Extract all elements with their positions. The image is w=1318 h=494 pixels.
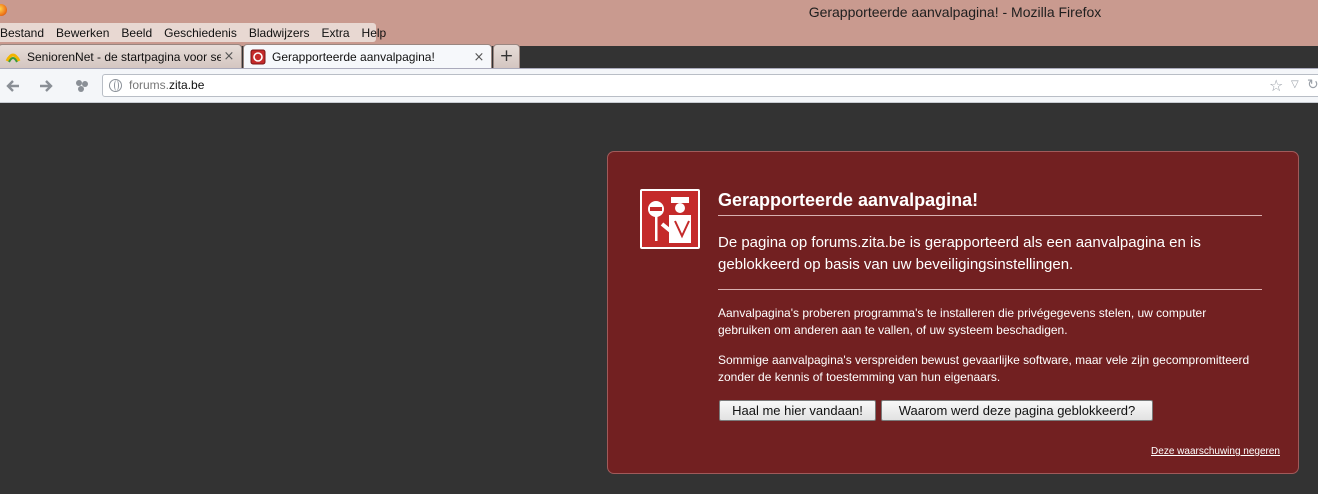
tab-strip: SeniorenNet - de startpagina voor se... … (0, 44, 1318, 69)
policeman-icon (648, 197, 691, 243)
new-tab-button[interactable]: + (493, 44, 520, 68)
menu-geschiedenis[interactable]: Geschiedenis (164, 26, 243, 40)
addons-button[interactable] (72, 76, 92, 96)
tab-close-icon[interactable]: × (471, 50, 487, 65)
back-arrow-icon (6, 80, 19, 92)
tab-seniorennet[interactable]: SeniorenNet - de startpagina voor se... … (0, 44, 242, 68)
navigation-toolbar: forums.zita.be ☆ ▽ ↻ (0, 68, 1318, 103)
menu-bewerken[interactable]: Bewerken (56, 26, 115, 40)
reload-icon[interactable]: ↻ (1307, 77, 1318, 93)
puzzle-icon (76, 80, 88, 92)
forward-arrow-icon (40, 80, 53, 92)
why-blocked-button[interactable]: Waarom werd deze pagina geblokkeerd? (881, 400, 1153, 421)
globe-icon[interactable] (109, 79, 122, 92)
menu-help[interactable]: Help (362, 26, 393, 40)
policeman-shield-icon (640, 189, 700, 249)
warning-title: Gerapporteerde aanvalpagina! (718, 190, 1262, 216)
menu-extra[interactable]: Extra (322, 26, 356, 40)
menu-bladwijzers[interactable]: Bladwijzers (249, 26, 316, 40)
url-bar[interactable]: forums.zita.be ☆ ▽ ↻ (102, 74, 1318, 97)
window-title: Gerapporteerde aanvalpagina! - Mozilla F… (808, 4, 1102, 20)
forward-button[interactable] (36, 76, 56, 96)
bookmark-star-icon[interactable]: ☆ (1269, 76, 1283, 95)
firefox-logo-icon[interactable] (0, 4, 7, 16)
back-button[interactable] (3, 76, 23, 96)
tab-label: SeniorenNet - de startpagina voor se... (27, 49, 221, 64)
warning-short-description: De pagina op forums.zita.be is gerapport… (718, 232, 1262, 290)
url-text[interactable]: forums.zita.be (129, 78, 204, 92)
get-me-out-button[interactable]: Haal me hier vandaan! (719, 400, 876, 421)
menu-bestand[interactable]: Bestand (0, 26, 50, 40)
tab-label: Gerapporteerde aanvalpagina! (272, 50, 435, 64)
menu-beeld[interactable]: Beeld (121, 26, 158, 40)
window-titlebar: Gerapporteerde aanvalpagina! - Mozilla F… (0, 0, 1318, 46)
tab-attack-page[interactable]: Gerapporteerde aanvalpagina! × (243, 44, 492, 69)
attack-warning-box: Gerapporteerde aanvalpagina! De pagina o… (607, 151, 1299, 474)
ignore-warning-link[interactable]: Deze waarschuwing negeren (1142, 446, 1280, 457)
tab-close-icon[interactable]: × (221, 49, 237, 64)
blocked-favicon-icon (250, 49, 266, 65)
history-dropdown-icon[interactable]: ▽ (1291, 79, 1299, 90)
seniorennet-favicon-icon (5, 53, 21, 62)
warning-long-description-2: Sommige aanvalpagina's verspreiden bewus… (718, 353, 1250, 384)
warning-long-description-1: Aanvalpagina's proberen programma's te i… (718, 306, 1207, 337)
menu-bar: Bestand Bewerken Beeld Geschiedenis Blad… (0, 23, 386, 42)
